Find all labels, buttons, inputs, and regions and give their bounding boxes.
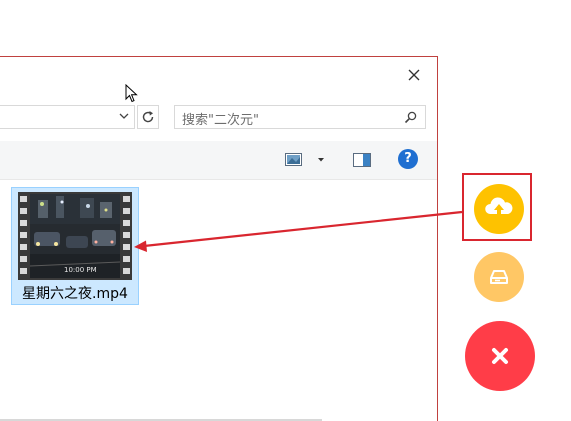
address-bar[interactable]	[0, 105, 135, 129]
refresh-icon	[142, 111, 154, 123]
view-options-button[interactable]	[285, 152, 327, 168]
mouse-cursor-icon	[125, 84, 138, 103]
close-icon	[492, 348, 508, 364]
film-strip-thumbnail-icon: 10:00 PM	[18, 192, 132, 280]
command-toolbar: ?	[0, 141, 437, 180]
drive-fab-button[interactable]	[474, 252, 524, 302]
file-name-label: 星期六之夜.mp4	[22, 286, 128, 302]
file-item-video[interactable]: 10:00 PM 星期六之夜.mp4	[11, 187, 139, 305]
file-explorer-window: 搜索"二次元" ? 10:00 PM 星期六之夜.mp4	[0, 56, 438, 421]
search-icon	[404, 111, 417, 124]
hard-drive-icon	[490, 270, 508, 284]
window-close-button[interactable]	[406, 67, 422, 83]
chevron-down-icon	[119, 113, 129, 119]
close-fab-button[interactable]	[465, 321, 535, 391]
annotation-highlight-box	[462, 173, 532, 241]
screen: 搜索"二次元" ? 10:00 PM 星期六之夜.mp4	[0, 0, 571, 421]
thumbnail-caption: 10:00 PM	[64, 266, 97, 274]
help-button[interactable]: ?	[398, 149, 418, 169]
preview-pane-button[interactable]	[353, 152, 373, 168]
view-options-icon	[285, 153, 324, 166]
refresh-button[interactable]	[137, 105, 159, 129]
search-placeholder: 搜索"二次元"	[182, 113, 259, 128]
preview-pane-icon	[353, 153, 371, 167]
video-thumbnail: 10:00 PM	[18, 192, 132, 280]
help-icon: ?	[404, 151, 412, 166]
close-icon	[408, 69, 420, 81]
search-input[interactable]: 搜索"二次元"	[174, 105, 426, 129]
address-history-button[interactable]	[117, 107, 131, 125]
